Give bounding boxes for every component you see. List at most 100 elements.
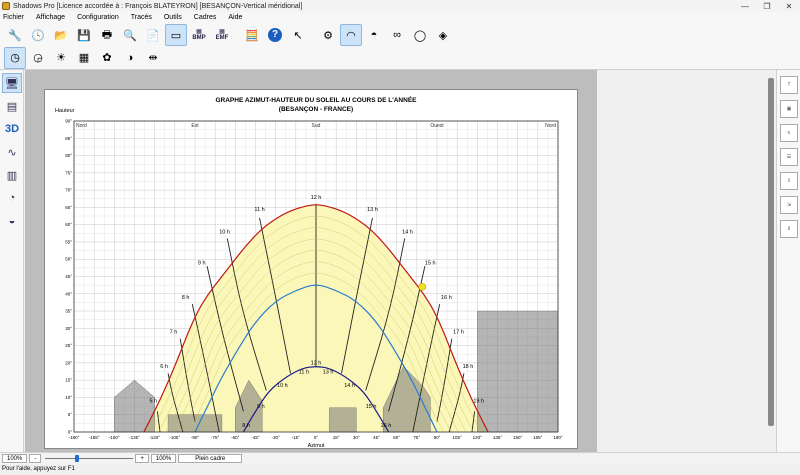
app-icon bbox=[2, 2, 10, 10]
y-tick-label: 30° bbox=[65, 326, 72, 331]
minimize-button[interactable]: — bbox=[734, 2, 756, 11]
x-tick-label: -90° bbox=[191, 435, 200, 440]
x-tick-label: -15° bbox=[292, 435, 301, 440]
zoom-slider-thumb[interactable] bbox=[75, 455, 80, 462]
direction-label: Nord bbox=[76, 123, 87, 129]
help-icon[interactable]: ? bbox=[264, 24, 286, 46]
3d-view-icon[interactable]: 3D bbox=[2, 119, 22, 139]
hour-label: 10 h bbox=[277, 383, 288, 389]
hour-label: 19 h bbox=[473, 399, 484, 405]
color-palette-icon[interactable]: ✿ bbox=[96, 47, 118, 69]
hour-label: 8 h bbox=[242, 423, 250, 429]
clock-face-icon[interactable]: ◔ bbox=[2, 188, 22, 208]
gears-icon[interactable]: ⚙ bbox=[317, 24, 339, 46]
y-tick-label: 0° bbox=[68, 430, 73, 435]
chart-title: GRAPHE AZIMUT-HAUTEUR DU SOLEIL AU COURS… bbox=[215, 95, 417, 104]
fit-page-button[interactable]: Plein cadre bbox=[178, 454, 243, 463]
restore-button[interactable]: ❐ bbox=[756, 2, 778, 11]
export-emf-icon[interactable]: ▦ EMF bbox=[211, 24, 233, 46]
menu-configuration[interactable]: Configuration bbox=[77, 14, 119, 21]
table-icon[interactable]: ▥ bbox=[2, 165, 22, 185]
wizard-icon[interactable]: 🔧 bbox=[4, 24, 26, 46]
menu-cadres[interactable]: Cadres bbox=[194, 14, 217, 21]
chart-page: GRAPHE AZIMUT-HAUTEUR DU SOLEIL AU COURS… bbox=[44, 89, 578, 449]
color-brush-icon[interactable]: ◑ bbox=[119, 47, 141, 69]
list-frame-icon[interactable]: ≡ bbox=[780, 124, 798, 142]
y-tick-label: 60° bbox=[65, 222, 72, 227]
obstacle-shape bbox=[114, 379, 155, 433]
toolbar-separator bbox=[310, 24, 316, 46]
help-text: Pour l'aide, appuyez sur F1 bbox=[0, 464, 800, 475]
resize-frame-icon[interactable]: ⇲ bbox=[780, 196, 798, 214]
print-preview-icon[interactable]: 🔍 bbox=[119, 24, 141, 46]
image-frame-icon[interactable]: ▣ bbox=[780, 100, 798, 118]
azimuth-graph-icon[interactable]: ◠ bbox=[340, 24, 362, 46]
x-tick-label: 180° bbox=[553, 435, 563, 440]
left-toolbar: 🖥 ▤ 3D ∿ ▥ ◔ ◒ bbox=[0, 70, 24, 452]
calculator-icon[interactable]: 🧮 bbox=[241, 24, 263, 46]
save-icon[interactable]: 💾 bbox=[73, 24, 95, 46]
y-tick-label: 20° bbox=[65, 360, 72, 365]
x-tick-label: 150° bbox=[513, 435, 523, 440]
zoom-level-right[interactable]: 100% bbox=[150, 454, 177, 463]
obstacle-shape bbox=[477, 310, 559, 433]
zoom-slider[interactable] bbox=[45, 454, 134, 463]
x-tick-label: 105° bbox=[453, 435, 463, 440]
x-tick-label: -75° bbox=[211, 435, 220, 440]
analemma-icon[interactable]: ∞ bbox=[386, 24, 408, 46]
y-tick-label: 5° bbox=[68, 412, 73, 417]
workspace: GRAPHE AZIMUT-HAUTEUR DU SOLEIL AU COURS… bbox=[25, 70, 597, 452]
hour-label: 11 h bbox=[254, 207, 264, 213]
distribute-icon[interactable]: ⇕ bbox=[780, 220, 798, 238]
new-page-icon[interactable]: 📄 bbox=[142, 24, 164, 46]
x-axis-label: Azimut bbox=[308, 443, 325, 449]
zoom-out-button[interactable]: - bbox=[29, 454, 42, 463]
menu-traces[interactable]: Tracés bbox=[131, 14, 152, 21]
pointer-help-icon[interactable]: ↖ bbox=[287, 24, 309, 46]
sundial-open-icon[interactable]: 🕓 bbox=[27, 24, 49, 46]
display-icon[interactable]: 🖥 bbox=[2, 73, 22, 93]
dial-icon[interactable]: ◒ bbox=[2, 211, 22, 231]
x-tick-label: -180° bbox=[69, 435, 80, 440]
right-panel bbox=[597, 70, 775, 452]
direction-label: Nord bbox=[545, 123, 556, 129]
zoom-in-button[interactable]: + bbox=[135, 454, 149, 463]
align-vertical-icon[interactable]: ⇳ bbox=[780, 172, 798, 190]
map-icon[interactable]: ▤ bbox=[2, 96, 22, 116]
right-toolbar: T ▣ ≡ ☰ ⇳ ⇲ ⇕ bbox=[776, 70, 800, 452]
export-bmp-icon[interactable]: ▦ BMP bbox=[188, 24, 210, 46]
text-box-icon[interactable]: T bbox=[780, 76, 798, 94]
hour-label: 13 h bbox=[367, 207, 378, 213]
text-lines-icon[interactable]: ☰ bbox=[780, 148, 798, 166]
x-tick-label: -45° bbox=[251, 435, 260, 440]
hour-label: 15 h bbox=[366, 404, 377, 410]
vertical-scrollbar[interactable] bbox=[768, 78, 774, 426]
frame-icon[interactable]: ▭ bbox=[165, 24, 187, 46]
curve-icon[interactable]: ∿ bbox=[2, 142, 22, 162]
menu-aide[interactable]: Aide bbox=[228, 14, 242, 21]
hour-label: 14 h bbox=[402, 229, 413, 235]
close-button[interactable]: ✕ bbox=[778, 2, 800, 11]
drawing-toolbar: ◷ ◶ ☀ ▦ ✿ ◑ ⇹ bbox=[0, 46, 800, 70]
menu-affichage[interactable]: Affichage bbox=[36, 14, 65, 21]
main-toolbar: 🔧 🕓 📂 💾 🖶 🔍 📄 ▭ ▦ BMP ▦ EMF 🧮 ? ↖ ⚙ ◠ ◓ ∞ … bbox=[0, 23, 800, 47]
print-icon[interactable]: 🖶 bbox=[96, 24, 118, 46]
y-tick-label: 70° bbox=[65, 188, 72, 193]
open-folder-icon[interactable]: 📂 bbox=[50, 24, 72, 46]
y-tick-label: 80° bbox=[65, 153, 72, 158]
status-bar: 100% - + 100% Plein cadre bbox=[0, 452, 800, 464]
compass-tool-icon[interactable]: ◈ bbox=[432, 24, 454, 46]
sun-path-icon[interactable]: ☀ bbox=[50, 47, 72, 69]
window-titlebar: Shadows Pro [Licence accordée à : Franço… bbox=[0, 0, 800, 12]
menu-fichier[interactable]: Fichier bbox=[3, 14, 24, 21]
grid-icon[interactable]: ▦ bbox=[73, 47, 95, 69]
zoom-level-left[interactable]: 100% bbox=[2, 454, 28, 463]
hour-15-icon[interactable]: ◶ bbox=[27, 47, 49, 69]
sky-dome-icon[interactable]: ◓ bbox=[363, 24, 385, 46]
hour-label: 8 h bbox=[182, 295, 190, 301]
hour-30-icon[interactable]: ◷ bbox=[4, 46, 26, 69]
x-tick-label: -30° bbox=[272, 435, 281, 440]
menu-outils[interactable]: Outils bbox=[164, 14, 182, 21]
globe-icon[interactable]: ◯ bbox=[409, 24, 431, 46]
line-width-icon[interactable]: ⇹ bbox=[142, 47, 164, 69]
